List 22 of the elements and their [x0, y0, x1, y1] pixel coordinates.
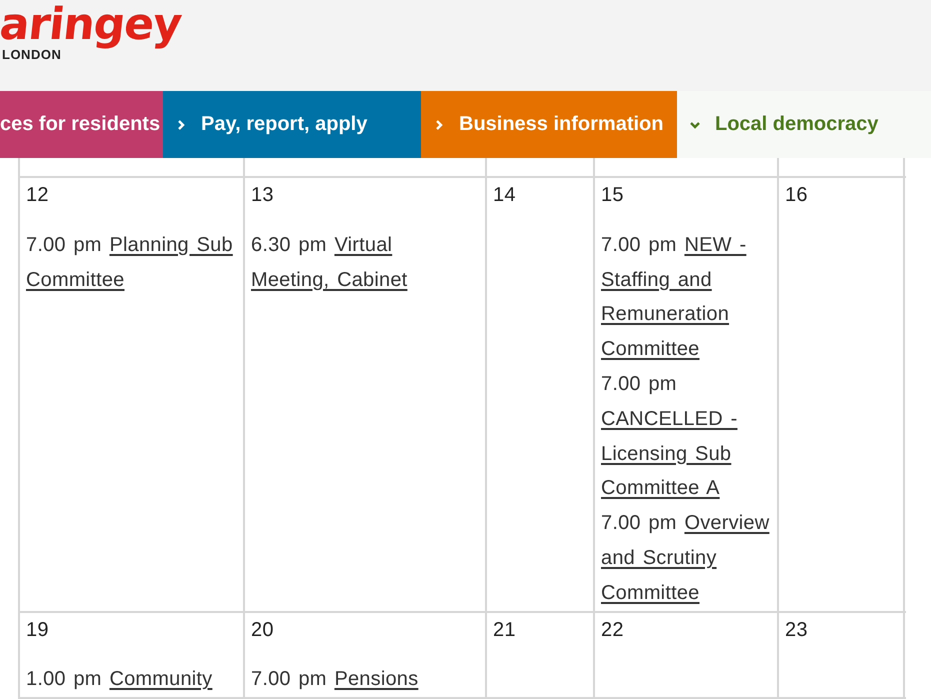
meeting-entry[interactable]: 7.00 pm NEW - Staffing and Remuneration Committee — [601, 228, 773, 367]
day-number: 23 — [785, 618, 809, 643]
nav-tab[interactable]: Pay, report, apply — [163, 91, 421, 158]
meeting-entry[interactable]: 6.30 pm Virtual Meeting, Cabinet — [251, 228, 471, 298]
day-number: 13 — [251, 183, 275, 208]
meeting-entry[interactable]: 7.00 pm CANCELLED - Licensing Sub Committee A — [601, 366, 773, 506]
day-number: 21 — [493, 618, 517, 643]
meeting-entry[interactable]: 1.00 pm Community — [26, 662, 235, 698]
day-number: 15 — [601, 183, 625, 208]
day-number: 14 — [493, 183, 517, 208]
day-number: 12 — [26, 183, 50, 208]
meeting-entry[interactable]: 7.00 pm Planning Sub Committee — [26, 228, 235, 298]
nav-tab[interactable]: ces for residents — [0, 91, 163, 158]
nav-tab[interactable]: Local democracy — [677, 91, 931, 158]
day-number: 20 — [251, 618, 275, 643]
logo-subtitle: LONDON — [2, 48, 62, 62]
day-number: 19 — [26, 618, 50, 643]
logo-wordmark[interactable]: aringey — [0, 2, 184, 48]
day-number: 22 — [601, 618, 625, 643]
day-number: 16 — [785, 183, 809, 208]
meeting-entry[interactable]: 7.00 pm Pensions — [251, 662, 471, 698]
meeting-entry[interactable]: 7.00 pm Overview and Scrutiny Committee — [601, 506, 773, 611]
